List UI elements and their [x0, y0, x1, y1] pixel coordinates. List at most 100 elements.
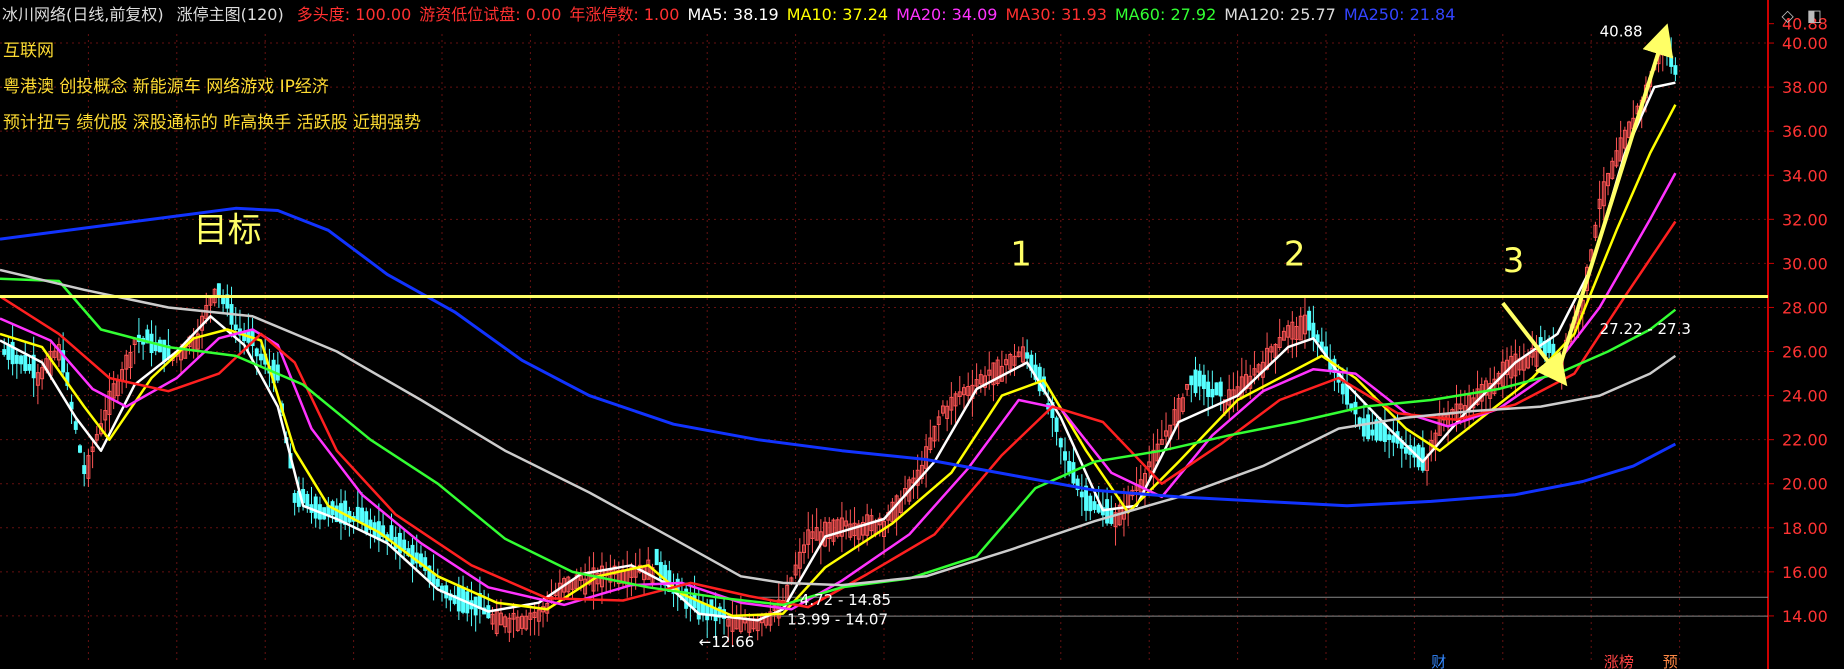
candle-body — [1218, 381, 1223, 397]
y-tick-label: 14.00 — [1782, 607, 1828, 626]
candle-body — [14, 354, 19, 364]
candle-body — [292, 493, 297, 503]
indicator-3: MA5: 38.19 — [687, 5, 779, 24]
stock-title[interactable]: 冰川网络(日线,前复权) — [2, 5, 164, 24]
candle-body — [1370, 429, 1375, 436]
annotation-label: 2 — [1284, 235, 1306, 275]
indicator-1: 游资低位试盘: 0.00 — [419, 5, 562, 24]
price-label: 13.99 - 14.07 — [787, 611, 888, 629]
indicator-4: MA10: 37.24 — [786, 5, 889, 24]
indicator-6: MA30: 31.93 — [1005, 5, 1107, 24]
candle-body — [1357, 417, 1362, 425]
candle-body — [1214, 382, 1219, 396]
candle-body — [355, 506, 360, 521]
candle-body — [1345, 384, 1350, 405]
candle-body — [1088, 495, 1093, 512]
indicator-9: MA250: 21.84 — [1343, 5, 1456, 24]
candle-body — [1063, 451, 1067, 461]
candle-body — [1669, 55, 1674, 67]
candle-body — [2, 349, 7, 355]
window-icon[interactable]: ◧ — [1807, 6, 1822, 25]
candle-body — [1404, 446, 1408, 454]
price-label: ←12.66 — [699, 633, 755, 651]
y-tick-label: 16.00 — [1782, 563, 1828, 582]
kline-chart[interactable]: 40.88 40.00 38.00 36.00 34.00 32.00 30.00 28.00… — [0, 0, 1844, 669]
price-label: 27.22 - 27.3 — [1600, 320, 1691, 338]
candle-body — [305, 493, 310, 507]
chart-header: 冰川网络(日线,前复权) 涨停主图(120) 多头度: 100.00 游资低位试盘… — [2, 4, 1471, 26]
candle-body — [23, 354, 28, 372]
candle-body — [654, 548, 659, 566]
y-tick-label: 36.00 — [1782, 122, 1828, 141]
candle-body — [1673, 65, 1678, 75]
indicator-2: 年涨停数: 1.00 — [569, 5, 680, 24]
candle-body — [1361, 418, 1366, 437]
y-tick-label: 38.00 — [1782, 78, 1828, 97]
candle-body — [1210, 388, 1215, 398]
candle-body — [19, 355, 24, 365]
candle-body — [1079, 491, 1084, 498]
candle-body — [216, 283, 221, 297]
candle-body — [402, 539, 407, 551]
diamond-icon[interactable]: ◇ — [1781, 6, 1793, 25]
bottom-tag: 涨榜 — [1604, 653, 1634, 669]
candle-body — [6, 344, 11, 360]
candle-body — [259, 353, 263, 361]
candle-body — [82, 465, 87, 475]
candle-body — [410, 544, 415, 565]
candle-body — [1391, 435, 1396, 443]
candle-body — [1025, 352, 1030, 359]
concept-line-3: 预计扭亏 绩优股 深股通标的 昨高换手 活跃股 近期强势 — [3, 113, 422, 133]
candle-body — [254, 348, 259, 357]
candle-body — [233, 324, 238, 331]
candle-body — [1366, 414, 1371, 440]
candle-body — [705, 604, 710, 621]
main-chart-label[interactable]: 涨停主图(120) — [177, 5, 284, 24]
indicator-7: MA60: 27.92 — [1114, 5, 1217, 24]
candle-body — [360, 507, 364, 523]
y-tick-label: 22.00 — [1782, 431, 1828, 450]
candle-body — [1206, 381, 1211, 398]
indicator-list: 多头度: 100.00 游资低位试盘: 0.00 年涨停数: 1.00 MA5: 38… — [297, 5, 1464, 24]
indicator-5: MA20: 34.09 — [896, 5, 998, 24]
candle-body — [162, 339, 167, 362]
candle-body — [435, 578, 440, 587]
candle-body — [313, 496, 318, 519]
candle-body — [1340, 383, 1345, 395]
candle-body — [1054, 417, 1059, 432]
candle-body — [1664, 43, 1669, 53]
y-tick-label: 18.00 — [1782, 519, 1828, 538]
series-line-ma5 — [0, 81, 1676, 622]
candle-body — [1092, 501, 1097, 510]
candle-body — [73, 421, 78, 430]
indicator-0: 多头度: 100.00 — [296, 5, 412, 24]
candle-body — [1387, 434, 1392, 441]
candle-body — [1105, 499, 1110, 524]
annotation-label: 1 — [1010, 235, 1032, 275]
candle-body — [1311, 322, 1316, 338]
indicator-8: MA120: 25.77 — [1224, 5, 1336, 24]
candle-body — [1378, 422, 1383, 441]
annotation-label: 目标 — [194, 210, 262, 250]
bottom-tag: 财 — [1431, 653, 1446, 669]
candle-body — [27, 364, 32, 371]
y-tick-label: 30.00 — [1782, 254, 1828, 273]
candle-body — [1189, 375, 1194, 386]
y-tick-label: 32.00 — [1782, 210, 1828, 229]
y-tick-label: 20.00 — [1782, 475, 1828, 494]
candle-body — [389, 525, 394, 541]
candle-body — [1193, 369, 1198, 394]
chart-controls: ◇ ◧ — [1773, 6, 1822, 25]
price-label: 40.88 — [1600, 22, 1643, 40]
bottom-tag: 预 — [1663, 653, 1678, 669]
y-tick-label: 34.00 — [1782, 166, 1828, 185]
series-line-ma30 — [0, 220, 1677, 609]
candle-body — [1058, 438, 1063, 448]
candle-body — [1201, 374, 1206, 390]
price-label: 4.72 - 14.85 — [800, 591, 891, 609]
y-tick-label: 26.00 — [1782, 343, 1828, 362]
y-tick-label: 24.00 — [1782, 387, 1828, 406]
y-tick-label: 40.00 — [1782, 34, 1828, 53]
candle-body — [364, 511, 369, 534]
annotation-label: 3 — [1503, 241, 1525, 281]
